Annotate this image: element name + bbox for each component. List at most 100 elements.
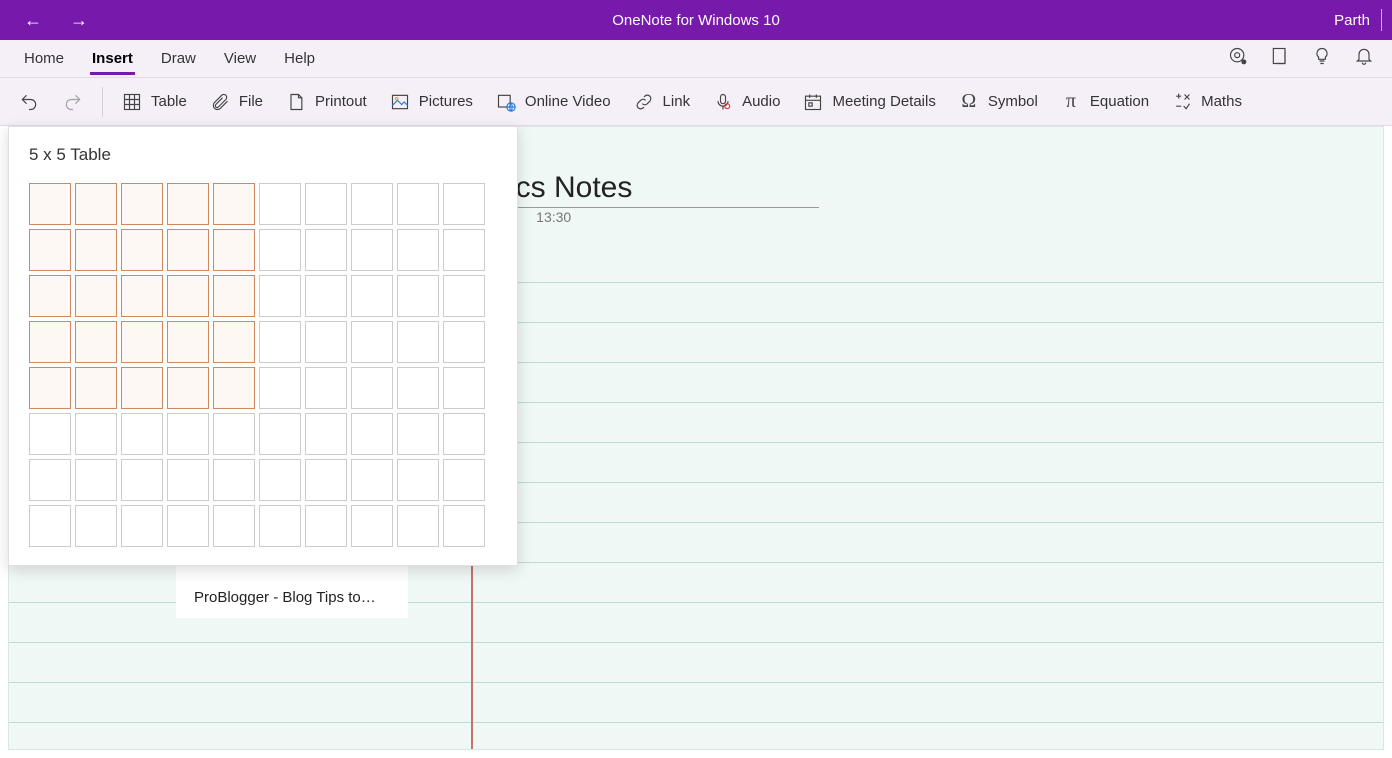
notifications-icon[interactable]: [1354, 46, 1374, 71]
lightbulb-icon[interactable]: [1312, 46, 1332, 71]
table-grid-cell[interactable]: [305, 229, 347, 271]
table-button[interactable]: Table: [117, 87, 191, 117]
table-grid-cell[interactable]: [213, 505, 255, 547]
table-grid-cell[interactable]: [213, 229, 255, 271]
table-grid-cell[interactable]: [397, 183, 439, 225]
table-grid-cell[interactable]: [121, 321, 163, 363]
table-grid-cell[interactable]: [397, 413, 439, 455]
undo-button[interactable]: [14, 87, 44, 117]
table-grid-cell[interactable]: [443, 367, 485, 409]
table-grid-cell[interactable]: [443, 321, 485, 363]
table-grid-cell[interactable]: [75, 183, 117, 225]
table-grid-cell[interactable]: [29, 275, 71, 317]
table-grid-cell[interactable]: [259, 505, 301, 547]
table-grid-cell[interactable]: [75, 367, 117, 409]
menu-help[interactable]: Help: [270, 40, 329, 77]
table-grid-cell[interactable]: [75, 275, 117, 317]
table-grid-cell[interactable]: [121, 459, 163, 501]
table-grid-cell[interactable]: [213, 459, 255, 501]
table-grid-cell[interactable]: [305, 275, 347, 317]
table-grid-cell[interactable]: [29, 505, 71, 547]
table-grid-cell[interactable]: [121, 229, 163, 271]
table-grid-cell[interactable]: [351, 229, 393, 271]
table-grid-cell[interactable]: [213, 413, 255, 455]
table-grid-cell[interactable]: [397, 367, 439, 409]
table-grid-cell[interactable]: [29, 367, 71, 409]
online-video-button[interactable]: Online Video: [491, 87, 615, 117]
table-grid-cell[interactable]: [213, 321, 255, 363]
table-grid-cell[interactable]: [443, 459, 485, 501]
table-grid-cell[interactable]: [259, 459, 301, 501]
table-grid-cell[interactable]: [121, 275, 163, 317]
table-grid-cell[interactable]: [351, 505, 393, 547]
table-grid-cell[interactable]: [397, 505, 439, 547]
user-name[interactable]: Parth: [1334, 12, 1370, 29]
table-grid-cell[interactable]: [397, 275, 439, 317]
table-grid-cell[interactable]: [167, 275, 209, 317]
menu-insert[interactable]: Insert: [78, 40, 147, 77]
table-grid-cell[interactable]: [121, 413, 163, 455]
table-grid-cell[interactable]: [305, 413, 347, 455]
table-grid-cell[interactable]: [305, 505, 347, 547]
table-grid-cell[interactable]: [167, 321, 209, 363]
table-grid-cell[interactable]: [259, 367, 301, 409]
menu-draw[interactable]: Draw: [147, 40, 210, 77]
table-grid-cell[interactable]: [443, 275, 485, 317]
table-grid-cell[interactable]: [259, 229, 301, 271]
list-item[interactable]: ProBlogger - Blog Tips to…: [176, 577, 408, 618]
table-grid-cell[interactable]: [167, 459, 209, 501]
symbol-button[interactable]: Ω Symbol: [954, 87, 1042, 117]
meeting-details-button[interactable]: Meeting Details: [798, 87, 939, 117]
table-grid-cell[interactable]: [259, 321, 301, 363]
table-grid-cell[interactable]: [29, 321, 71, 363]
table-grid-cell[interactable]: [443, 505, 485, 547]
forward-arrow-icon[interactable]: →: [70, 10, 88, 31]
table-grid-cell[interactable]: [397, 229, 439, 271]
menu-home[interactable]: Home: [10, 40, 78, 77]
table-grid-cell[interactable]: [397, 321, 439, 363]
table-grid-cell[interactable]: [305, 367, 347, 409]
table-grid-cell[interactable]: [351, 183, 393, 225]
back-arrow-icon[interactable]: ←: [24, 10, 42, 31]
table-grid-cell[interactable]: [443, 183, 485, 225]
table-grid-cell[interactable]: [29, 183, 71, 225]
table-grid-cell[interactable]: [213, 275, 255, 317]
table-grid-cell[interactable]: [351, 321, 393, 363]
table-grid-cell[interactable]: [121, 367, 163, 409]
table-grid-cell[interactable]: [259, 413, 301, 455]
table-grid-cell[interactable]: [305, 459, 347, 501]
file-button[interactable]: File: [205, 87, 267, 117]
table-grid-cell[interactable]: [213, 183, 255, 225]
table-grid-cell[interactable]: [397, 459, 439, 501]
table-grid-cell[interactable]: [305, 183, 347, 225]
maths-button[interactable]: Maths: [1167, 87, 1246, 117]
printout-button[interactable]: Printout: [281, 87, 371, 117]
table-grid-cell[interactable]: [121, 183, 163, 225]
link-button[interactable]: Link: [629, 87, 695, 117]
table-grid-cell[interactable]: [443, 413, 485, 455]
table-grid-cell[interactable]: [259, 183, 301, 225]
table-grid-cell[interactable]: [351, 413, 393, 455]
table-grid-cell[interactable]: [75, 505, 117, 547]
equation-button[interactable]: π Equation: [1056, 87, 1153, 117]
table-grid-cell[interactable]: [443, 229, 485, 271]
table-grid-cell[interactable]: [167, 505, 209, 547]
table-grid-cell[interactable]: [29, 229, 71, 271]
table-grid-cell[interactable]: [167, 367, 209, 409]
audio-button[interactable]: Audio: [708, 87, 784, 117]
table-grid-cell[interactable]: [167, 183, 209, 225]
table-grid-cell[interactable]: [121, 505, 163, 547]
table-size-grid[interactable]: [9, 183, 517, 547]
pictures-button[interactable]: Pictures: [385, 87, 477, 117]
table-grid-cell[interactable]: [75, 413, 117, 455]
table-grid-cell[interactable]: [29, 413, 71, 455]
table-grid-cell[interactable]: [213, 367, 255, 409]
page-view-icon[interactable]: [1270, 46, 1290, 71]
menu-view[interactable]: View: [210, 40, 270, 77]
table-grid-cell[interactable]: [29, 459, 71, 501]
table-grid-cell[interactable]: [167, 229, 209, 271]
table-grid-cell[interactable]: [305, 321, 347, 363]
table-grid-cell[interactable]: [75, 229, 117, 271]
sync-icon[interactable]: [1228, 46, 1248, 71]
table-grid-cell[interactable]: [351, 275, 393, 317]
